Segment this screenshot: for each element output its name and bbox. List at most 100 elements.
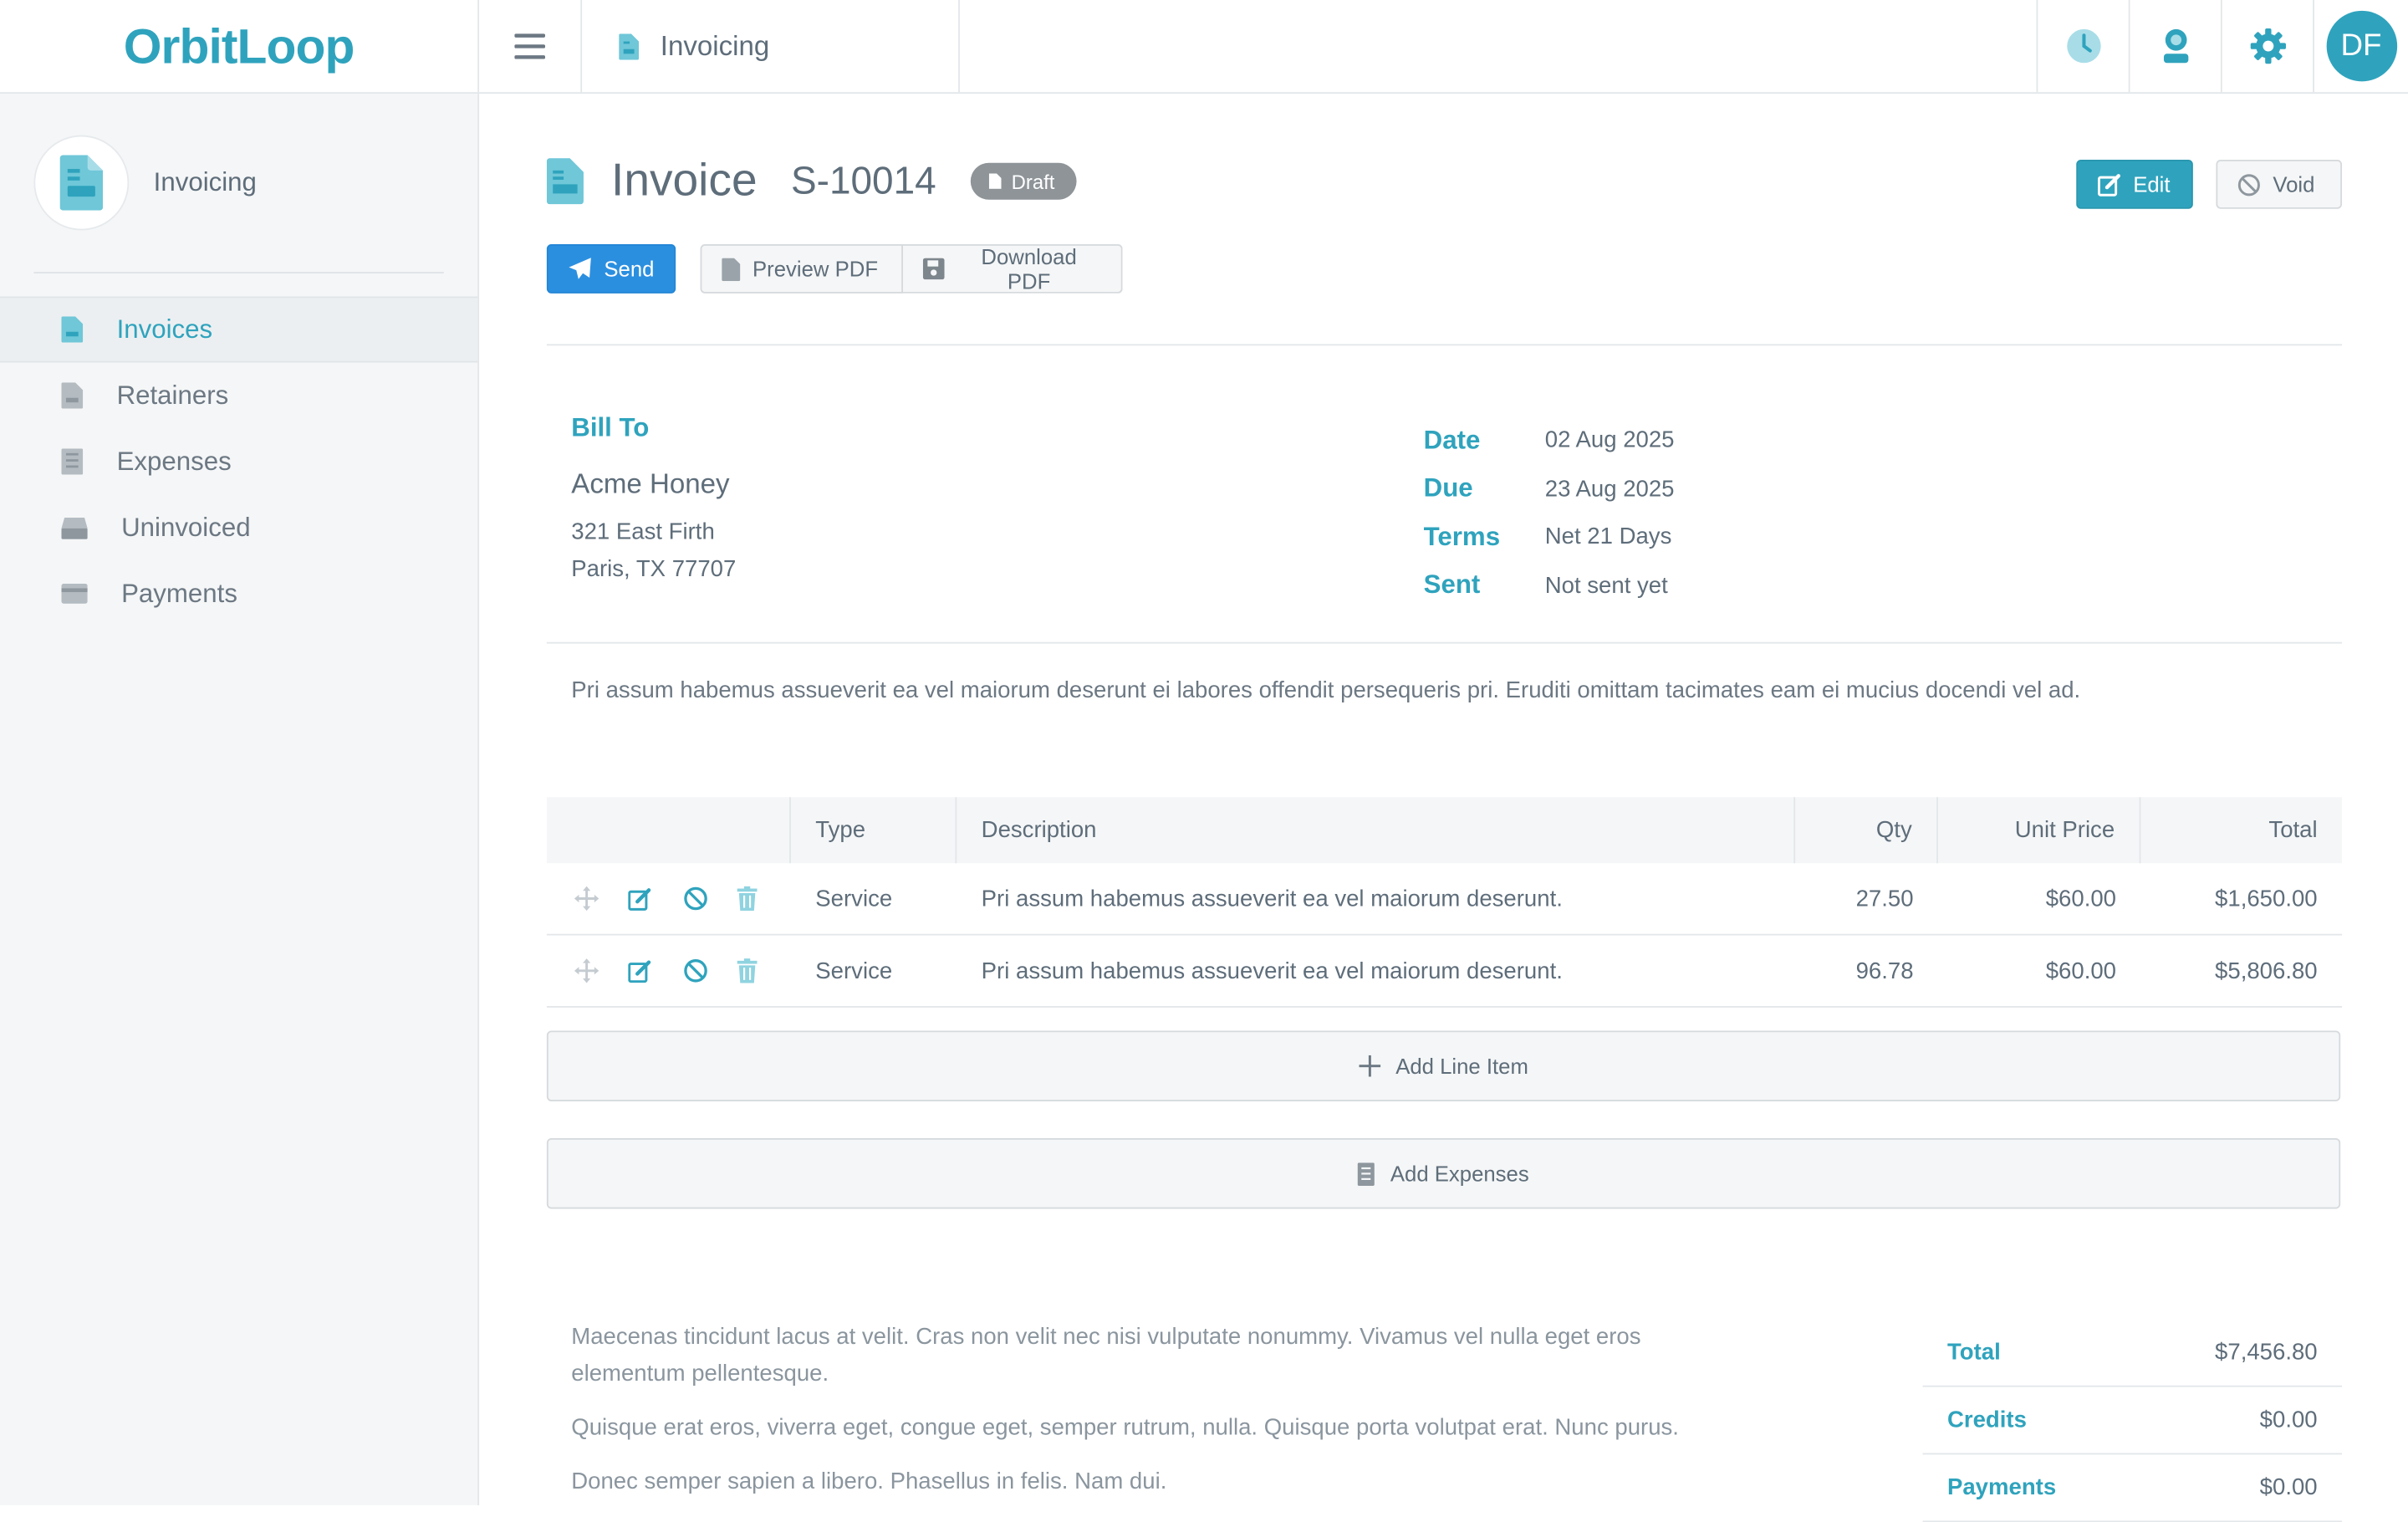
- sidebar-nav: Invoices Retainers Expenses Uninvoiced P…: [0, 296, 478, 626]
- invoice-doc-icon: [61, 316, 84, 343]
- ban-icon: [2237, 173, 2260, 196]
- void-button-label: Void: [2273, 171, 2315, 197]
- totals-value: $7,456.80: [2215, 1339, 2318, 1366]
- profile-badge-button[interactable]: [2128, 0, 2221, 93]
- client-name: Acme Honey: [571, 468, 730, 499]
- download-pdf-label: Download PDF: [981, 244, 1077, 294]
- cell-qty: 96.78: [1855, 958, 1914, 984]
- client-address-line2: Paris, TX 77707: [571, 555, 737, 583]
- cell-description: Pri assum habemus assueverit ea vel maio…: [981, 958, 1563, 984]
- send-button[interactable]: Send: [546, 244, 676, 294]
- column-header-type: Type: [791, 797, 957, 864]
- breadcrumb: Invoicing: [582, 0, 960, 93]
- sidebar-item-retainers[interactable]: Retainers: [0, 362, 477, 428]
- sidebar-item-uninvoiced[interactable]: Uninvoiced: [0, 494, 477, 560]
- meta-key: Due: [1423, 473, 1473, 503]
- cell-unit-price: $60.00: [2045, 885, 2117, 912]
- invoice-memo: Pri assum habemus assueverit ea vel maio…: [571, 677, 2081, 704]
- edit-line-button[interactable]: [628, 959, 683, 983]
- cell-description: Pri assum habemus assueverit ea vel maio…: [981, 885, 1563, 912]
- column-header-unit-price: Unit Price: [1938, 797, 2141, 864]
- column-header-total: Total: [2268, 817, 2318, 844]
- line-items-table: Type Description Qty Unit Price Total Se…: [546, 797, 2343, 1008]
- cell-total: $1,650.00: [2215, 885, 2318, 912]
- pdf-button-group: Preview PDF Download PDF: [700, 244, 1123, 294]
- client-address-line1: 321 East Firth: [571, 518, 715, 546]
- cell-type: Service: [815, 885, 893, 912]
- column-header-actions: [547, 797, 791, 864]
- sidebar-item-payments[interactable]: Payments: [0, 560, 477, 626]
- column-header-description: Description: [957, 797, 1796, 864]
- trash-icon: [737, 958, 758, 983]
- add-expenses-button[interactable]: Add Expenses: [546, 1138, 2341, 1209]
- meta-value: Not sent yet: [1544, 572, 1668, 599]
- download-pdf-button[interactable]: Download PDF: [903, 244, 1123, 294]
- paper-plane-icon: [569, 258, 591, 279]
- add-line-item-button[interactable]: Add Line Item: [546, 1030, 2341, 1101]
- sidebar-item-expenses[interactable]: Expenses: [0, 428, 477, 494]
- sidebar-title: Invoicing: [153, 167, 257, 197]
- app-root: OrbitLoop Invoicing DF Invoicing Invoice…: [0, 0, 2408, 1522]
- meta-key: Terms: [1423, 522, 1501, 551]
- meta-value: Net 21 Days: [1544, 524, 1672, 551]
- edit-button[interactable]: Edit: [2076, 160, 2193, 209]
- cell-unit-price: $60.00: [2045, 958, 2117, 984]
- ban-icon: [683, 886, 707, 911]
- delete-line-button[interactable]: [737, 886, 791, 912]
- delete-line-button[interactable]: [737, 958, 791, 983]
- table-row: Service Pri assum habemus assueverit ea …: [546, 936, 2343, 1008]
- row-actions: [547, 936, 791, 1006]
- hamburger-icon: [514, 33, 546, 59]
- sidebar-item-invoices[interactable]: Invoices: [0, 296, 478, 363]
- time-tracking-button[interactable]: [2036, 0, 2129, 93]
- sidebar-item-label: Retainers: [116, 380, 229, 410]
- totals-value: $0.00: [2259, 1407, 2318, 1433]
- inbox-icon: [61, 517, 88, 539]
- notes-paragraph: Quisque erat eros, viverra eget, congue …: [571, 1414, 1679, 1441]
- settings-button[interactable]: [2220, 0, 2313, 93]
- edit-line-button[interactable]: [628, 887, 683, 911]
- preview-pdf-button[interactable]: Preview PDF: [700, 244, 903, 294]
- sidebar-divider: [33, 272, 444, 273]
- sidebar-item-label: Invoices: [116, 314, 213, 344]
- meta-row-terms: Terms Net 21 Days: [1424, 513, 1675, 561]
- send-button-label: Send: [604, 256, 655, 282]
- top-bar-spacer: [960, 0, 2037, 92]
- logo-cell[interactable]: OrbitLoop: [0, 0, 480, 93]
- divider: [546, 641, 2343, 644]
- drag-handle[interactable]: [574, 886, 629, 912]
- user-badge-icon: [2163, 28, 2188, 64]
- divider: [546, 344, 2343, 346]
- notes-paragraph: Maecenas tincidunt lacus at velit. Cras …: [571, 1324, 1641, 1387]
- avatar[interactable]: DF: [2325, 10, 2397, 82]
- totals-row-total: Total $7,456.80: [1922, 1320, 2343, 1387]
- file-icon: [722, 257, 741, 281]
- add-line-item-label: Add Line Item: [1395, 1054, 1528, 1079]
- void-button[interactable]: Void: [2216, 160, 2343, 209]
- ban-icon: [683, 959, 707, 983]
- invoice-doc-icon: [59, 155, 104, 211]
- menu-toggle-button[interactable]: [479, 0, 583, 93]
- move-icon: [574, 958, 599, 983]
- totals-summary: Total $7,456.80 Credits $0.00 Payments $…: [1922, 1320, 2343, 1522]
- sidebar-item-label: Payments: [121, 578, 237, 608]
- meta-key: Date: [1423, 425, 1481, 455]
- meta-key: Sent: [1423, 569, 1481, 600]
- exclude-line-button[interactable]: [682, 958, 737, 983]
- row-actions: [547, 863, 791, 933]
- receipt-icon: [61, 448, 84, 475]
- floppy-disk-icon: [922, 258, 945, 280]
- brand-logo[interactable]: OrbitLoop: [124, 18, 355, 74]
- top-bar: OrbitLoop Invoicing DF: [0, 0, 2408, 94]
- totals-row-payments: Payments $0.00: [1922, 1454, 2343, 1522]
- edit-icon: [628, 887, 651, 910]
- drag-handle[interactable]: [574, 958, 629, 983]
- exclude-line-button[interactable]: [682, 886, 737, 911]
- invoice-doc-icon: [546, 158, 584, 205]
- totals-key: Payments: [1946, 1474, 2057, 1501]
- page-title: Invoice: [611, 155, 758, 207]
- invoice-meta: Date 02 Aug 2025 Due 23 Aug 2025 Terms N…: [1424, 416, 1675, 610]
- meta-row-sent: Sent Not sent yet: [1424, 561, 1675, 610]
- breadcrumb-label[interactable]: Invoicing: [661, 30, 769, 63]
- doc-icon: [988, 173, 1001, 189]
